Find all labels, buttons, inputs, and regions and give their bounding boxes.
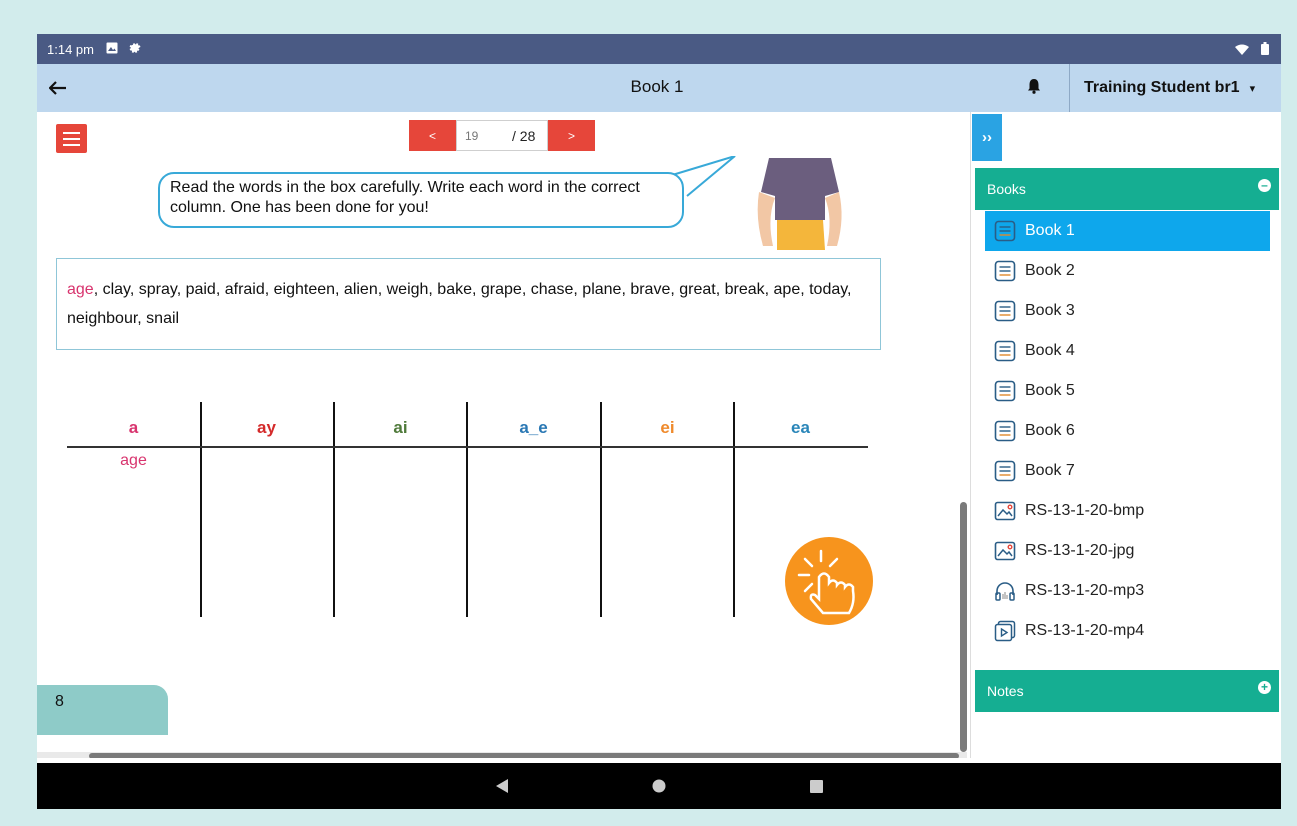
page-number-input[interactable]: [456, 120, 512, 151]
book-icon: [993, 259, 1017, 283]
column-head-ea: ea: [791, 418, 810, 437]
word-bank-box: age, clay, spray, paid, afraid, eighteen…: [56, 258, 881, 350]
user-name: Training Student br1: [1084, 79, 1240, 96]
hamburger-icon-line: [63, 137, 80, 140]
book-icon: [993, 419, 1017, 443]
nav-back-button[interactable]: [478, 763, 528, 809]
headphones-icon: [993, 579, 1017, 603]
arrow-left-icon: [49, 81, 66, 95]
word-list: , clay, spray, paid, afraid, eighteen, a…: [67, 281, 852, 327]
sidebar-item-label: Book 4: [1025, 342, 1075, 359]
sidebar-item-label: Book 7: [1025, 462, 1075, 479]
books-header-label: Books: [987, 181, 1026, 197]
tap-hand-icon: [797, 549, 855, 615]
back-button[interactable]: [43, 74, 73, 102]
books-panel-header[interactable]: Books –: [975, 168, 1279, 210]
sidebar-item-rs-13-1-20-bmp[interactable]: RS-13-1-20-bmp: [985, 491, 1270, 531]
minus-circle-icon: –: [1258, 179, 1271, 192]
page-navigator: < / 28 >: [409, 120, 595, 151]
nav-recents-button[interactable]: [791, 763, 841, 809]
chevron-down-icon: ▾: [1249, 82, 1256, 95]
sidebar-item-book-3[interactable]: Book 3: [985, 291, 1270, 331]
sidebar-item-label: Book 3: [1025, 302, 1075, 319]
example-word: age: [67, 281, 94, 298]
book-icon: [993, 339, 1017, 363]
app-bar: Book 1 Training Student br1 ▾: [37, 64, 1281, 112]
hamburger-icon-line: [63, 143, 80, 146]
sidebar-item-label: Book 6: [1025, 422, 1075, 439]
column-divider: [200, 402, 202, 617]
sidebar-item-label: RS-13-1-20-mp4: [1025, 622, 1145, 639]
column-divider: [600, 402, 602, 617]
column-head-ei: ei: [660, 418, 675, 437]
sidebar-item-book-5[interactable]: Book 5: [985, 371, 1270, 411]
gallery-icon: [106, 42, 118, 57]
header-rule: [67, 446, 868, 448]
column-divider: [333, 402, 335, 617]
image-icon: [993, 499, 1017, 523]
video-icon: [993, 619, 1017, 643]
book-icon: [993, 379, 1017, 403]
instruction-bubble: Read the words in the box carefully. Wri…: [158, 172, 684, 228]
nav-home-button[interactable]: [634, 763, 684, 809]
next-page-button[interactable]: >: [548, 120, 595, 151]
sidebar-item-rs-13-1-20-mp4[interactable]: RS-13-1-20-mp4: [985, 611, 1270, 651]
sidebar-item-label: RS-13-1-20-mp3: [1025, 582, 1145, 599]
device-screen: 1:14 pm Book 1 Training Student br1 ▾ < …: [37, 34, 1281, 809]
horizontal-scroll-thumb[interactable]: [89, 753, 959, 758]
notes-panel-header[interactable]: Notes +: [975, 670, 1279, 712]
column-divider: [733, 402, 735, 617]
page-number-tab: 8: [37, 685, 168, 735]
system-nav-bar: [37, 763, 1281, 809]
column-head-ay: ay: [257, 418, 276, 437]
book-list: Book 1 Book 2 Book 3 Book 4 Book 5 Book 6 Book…: [985, 211, 1270, 651]
sidebar-item-book-1[interactable]: Book 1: [985, 211, 1270, 251]
battery-icon: [1261, 42, 1269, 58]
bell-icon: [1028, 79, 1040, 94]
book-icon: [993, 219, 1017, 243]
sidebar-item-label: Book 5: [1025, 382, 1075, 399]
square-recents-icon: [809, 779, 823, 793]
sidebar-item-book-4[interactable]: Book 4: [985, 331, 1270, 371]
user-menu[interactable]: Training Student br1 ▾: [1069, 64, 1281, 112]
book-icon: [993, 299, 1017, 323]
status-bar: 1:14 pm: [37, 34, 1281, 64]
column-divider: [466, 402, 468, 617]
example-entry: age: [120, 452, 147, 469]
previous-page-button[interactable]: <: [409, 120, 456, 151]
circle-home-icon: [652, 779, 666, 793]
notes-header-label: Notes: [987, 683, 1024, 699]
collapse-sidebar-button[interactable]: ››: [972, 114, 1002, 161]
page-title: Book 1: [630, 77, 684, 96]
column-head-a-e: a_e: [519, 418, 548, 437]
plus-circle-icon: +: [1258, 681, 1271, 694]
sidebar-item-label: RS-13-1-20-bmp: [1025, 502, 1145, 519]
sidebar-item-label: Book 1: [1025, 222, 1075, 239]
column-head-ai: ai: [393, 418, 408, 437]
reader-menu-button[interactable]: [56, 124, 87, 153]
settings-gear-icon: [128, 41, 141, 57]
sidebar-item-book-2[interactable]: Book 2: [985, 251, 1270, 291]
image-icon: [993, 539, 1017, 563]
sidebar-item-rs-13-1-20-mp3[interactable]: RS-13-1-20-mp3: [985, 571, 1270, 611]
sidebar-item-rs-13-1-20-jpg[interactable]: RS-13-1-20-jpg: [985, 531, 1270, 571]
word-sort-table: a ay ai a_e ei ea age: [67, 402, 868, 617]
triangle-back-icon: [496, 779, 508, 793]
notifications-button[interactable]: [1027, 78, 1047, 98]
page-total: / 28: [512, 120, 548, 151]
child-character-illustration: [757, 158, 842, 250]
tap-interaction-button[interactable]: [785, 537, 873, 625]
sidebar-item-label: RS-13-1-20-jpg: [1025, 542, 1135, 559]
hamburger-icon-line: [63, 131, 80, 134]
resources-sidebar: ›› Books – Book 1 Book 2 Book 3 Book 4 Book …: [970, 112, 1281, 758]
book-icon: [993, 459, 1017, 483]
wifi-icon: [1235, 43, 1249, 58]
status-time: 1:14 pm: [47, 41, 94, 57]
column-head-a: a: [128, 418, 139, 437]
sidebar-item-label: Book 2: [1025, 262, 1075, 279]
book-reader: < / 28 > Read the words in the box caref…: [37, 112, 970, 758]
sidebar-item-book-6[interactable]: Book 6: [985, 411, 1270, 451]
vertical-scroll-thumb[interactable]: [960, 502, 967, 752]
sidebar-item-book-7[interactable]: Book 7: [985, 451, 1270, 491]
